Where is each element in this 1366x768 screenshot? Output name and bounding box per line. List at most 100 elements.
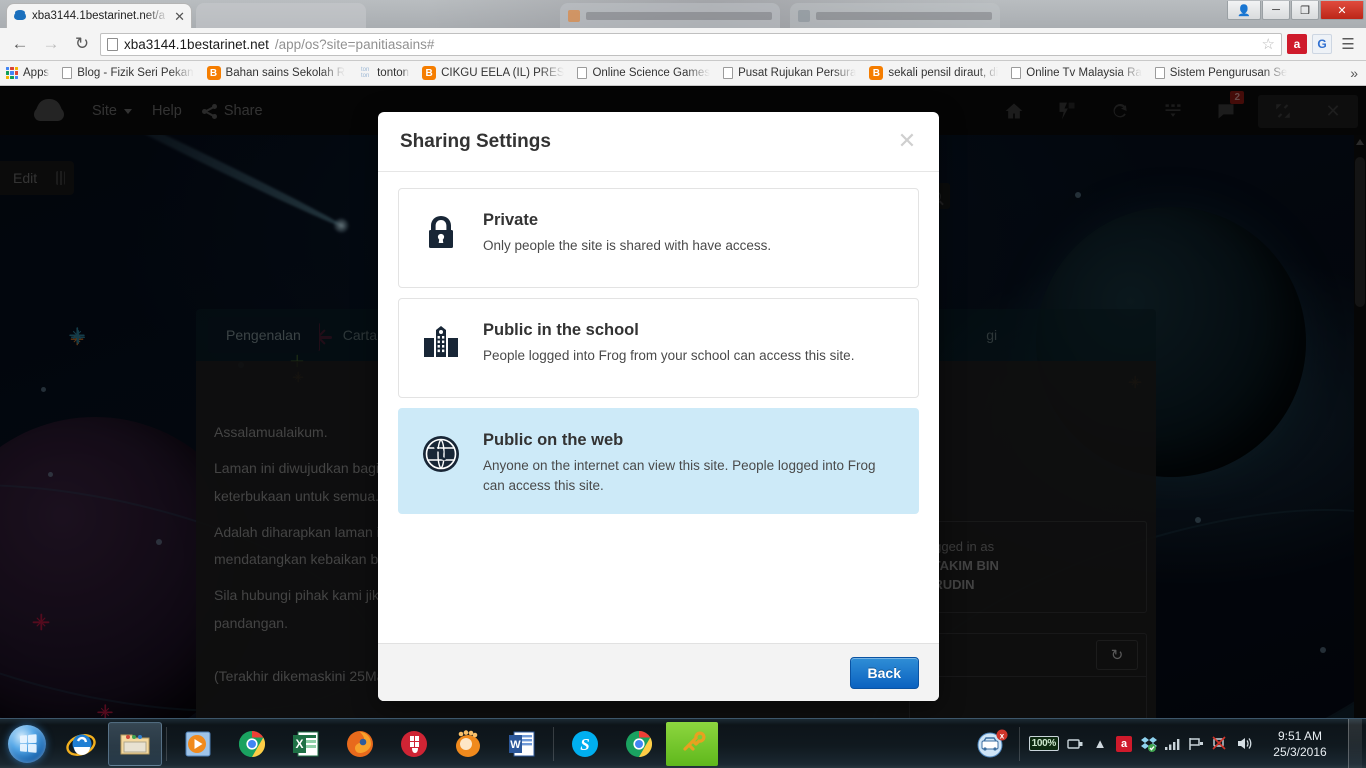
dialog-title: Sharing Settings — [400, 130, 551, 152]
taskbar-red-app[interactable] — [387, 721, 441, 767]
window-close-button[interactable]: ✕ — [1320, 1, 1364, 20]
close-icon[interactable]: ✕ — [895, 130, 919, 154]
bookmark-star-icon[interactable]: ☆ — [1262, 35, 1275, 53]
back-button[interactable]: Back — [849, 656, 919, 689]
bookmark-item[interactable]: Online Science Games — [577, 67, 710, 79]
blogger-icon: B — [206, 66, 221, 80]
bookmarks-overflow-icon[interactable]: » — [1350, 65, 1360, 81]
dialog-body: Private Only people the site is shared w… — [378, 172, 939, 643]
dropbox-icon[interactable] — [1136, 721, 1160, 767]
bookmark-item[interactable]: ton ton tonton — [358, 67, 409, 79]
user-profile-button[interactable]: 👤 — [1227, 1, 1261, 20]
svg-text:X: X — [295, 737, 303, 751]
back-icon[interactable]: ← — [7, 31, 33, 57]
clock-time: 9:51 AM — [1277, 728, 1323, 743]
option-text: Private Only people the site is shared w… — [483, 207, 898, 256]
option-title: Private — [483, 211, 539, 229]
taskbar-microsoft-excel[interactable]: X — [279, 721, 333, 767]
flag-icon[interactable] — [1184, 721, 1208, 767]
maximize-button[interactable]: ❐ — [1291, 1, 1319, 20]
svg-text:x: x — [999, 731, 1004, 740]
tray-separator — [1018, 726, 1020, 761]
frog-favicon — [13, 10, 27, 22]
battery-percent: 100% — [1028, 736, 1059, 751]
show-desktop-button[interactable] — [1348, 718, 1362, 768]
url-path: /app/os?site=panitiasains# — [274, 36, 435, 52]
bookmark-apps[interactable]: Apps — [6, 67, 49, 79]
school-building-icon — [419, 317, 463, 361]
option-description: Anyone on the internet can view this sit… — [483, 458, 876, 493]
tab-close-icon[interactable]: ✕ — [174, 10, 185, 23]
reload-icon[interactable]: ↻ — [69, 31, 95, 57]
network-signal-icon[interactable] — [1160, 721, 1184, 767]
start-button[interactable] — [0, 720, 54, 768]
bookmark-label: Pusat Rujukan Persura — [738, 67, 857, 79]
option-private[interactable]: Private Only people the site is shared w… — [398, 188, 919, 288]
bookmark-label: Sistem Pengurusan Se — [1169, 67, 1288, 79]
taskbar-mozilla-firefox[interactable] — [333, 721, 387, 767]
volume-icon[interactable] — [1232, 721, 1256, 767]
option-title: Public on the web — [483, 431, 624, 449]
dialog-header: Sharing Settings ✕ — [378, 112, 939, 172]
forward-icon[interactable]: → — [38, 31, 64, 57]
taskbar-separator — [166, 726, 167, 761]
taskbar-internet-explorer[interactable] — [54, 721, 108, 767]
google-translate-extension-icon[interactable]: G — [1312, 34, 1332, 54]
bookmarks-bar: Apps Blog - Fizik Seri Pekan B Bahan sai… — [0, 61, 1366, 86]
chrome-menu-icon[interactable]: ☰ — [1337, 35, 1359, 53]
option-text: Public on the web Anyone on the internet… — [483, 427, 898, 495]
bookmark-item[interactable]: B CIKGU EELA (IL) PRES — [422, 66, 564, 80]
tray-app-icon[interactable]: x — [969, 721, 1015, 767]
bookmark-item[interactable]: B Bahan sains Sekolah R — [206, 66, 345, 80]
active-browser-tab[interactable]: xba3144.1bestarinet.net/a ✕ — [6, 3, 192, 28]
taskbar-separator — [553, 726, 554, 761]
taskbar-google-chrome[interactable] — [612, 721, 666, 767]
tonton-icon: ton ton — [360, 67, 370, 79]
taskbar-orange-app[interactable] — [441, 721, 495, 767]
avira-extension-icon[interactable]: a — [1287, 34, 1307, 54]
background-tab[interactable] — [560, 3, 780, 28]
svg-text:W: W — [510, 739, 521, 751]
background-tab[interactable] — [196, 3, 366, 28]
bookmark-item[interactable]: Blog - Fizik Seri Pekan — [62, 67, 194, 79]
bookmark-item[interactable]: Online Tv Malaysia Ra — [1011, 67, 1142, 79]
tab-title-placeholder — [816, 11, 992, 20]
doc-icon — [1011, 67, 1022, 79]
taskbar-clock[interactable]: 9:51 AM 25/3/2016 — [1256, 728, 1348, 760]
favicon — [798, 9, 810, 22]
address-bar[interactable]: xba3144.1bestarinet.net/app/os?site=pani… — [100, 32, 1282, 56]
taskbar-windows-media-player[interactable] — [171, 721, 225, 767]
background-tab[interactable] — [790, 3, 1000, 28]
taskbar-microsoft-word[interactable]: W — [495, 721, 549, 767]
option-public-in-school[interactable]: Public in the school People logged into … — [398, 298, 919, 398]
chrome-browser-window: xba3144.1bestarinet.net/a ✕ 👤 ─ ❐ ✕ ← → … — [0, 0, 1366, 718]
taskbar-skype[interactable]: S — [558, 721, 612, 767]
network-error-icon[interactable] — [1208, 721, 1232, 767]
bookmark-item[interactable]: Sistem Pengurusan Se — [1154, 67, 1288, 79]
favicon — [568, 9, 580, 22]
bookmark-label: tonton — [377, 67, 410, 79]
minimize-button[interactable]: ─ — [1262, 1, 1290, 20]
option-description: Only people the site is shared with have… — [483, 238, 772, 253]
bookmark-label: Blog - Fizik Seri Pekan — [77, 67, 194, 79]
option-title: Public in the school — [483, 321, 639, 339]
windows-flag-icon — [19, 734, 37, 753]
taskbar-file-explorer[interactable] — [108, 721, 162, 766]
system-tray: x 100% ▲ a 9:51 AM 25/3/2016 — [969, 718, 1366, 768]
url-host: xba3144.1bestarinet.net — [124, 36, 269, 52]
battery-indicator[interactable]: 100% — [1024, 736, 1064, 751]
power-plug-icon[interactable] — [1064, 721, 1088, 767]
doc-icon — [62, 67, 73, 79]
show-hidden-icons-arrow[interactable]: ▲ — [1088, 721, 1112, 767]
bookmark-label: Apps — [23, 67, 50, 79]
page-info-icon[interactable] — [107, 37, 118, 51]
tab-strip: xba3144.1bestarinet.net/a ✕ 👤 ─ ❐ ✕ — [0, 0, 1366, 28]
bookmark-item[interactable]: B sekali pensil diraut, di — [869, 66, 998, 80]
bookmark-item[interactable]: Pusat Rujukan Persura — [723, 67, 856, 79]
apps-grid-icon — [6, 67, 18, 79]
blogger-icon: B — [422, 66, 437, 80]
avira-icon[interactable]: a — [1112, 721, 1136, 767]
option-public-on-web[interactable]: Public on the web Anyone on the internet… — [398, 408, 919, 515]
taskbar-google-chrome[interactable] — [225, 721, 279, 767]
taskbar-green-key-app[interactable] — [666, 721, 718, 766]
